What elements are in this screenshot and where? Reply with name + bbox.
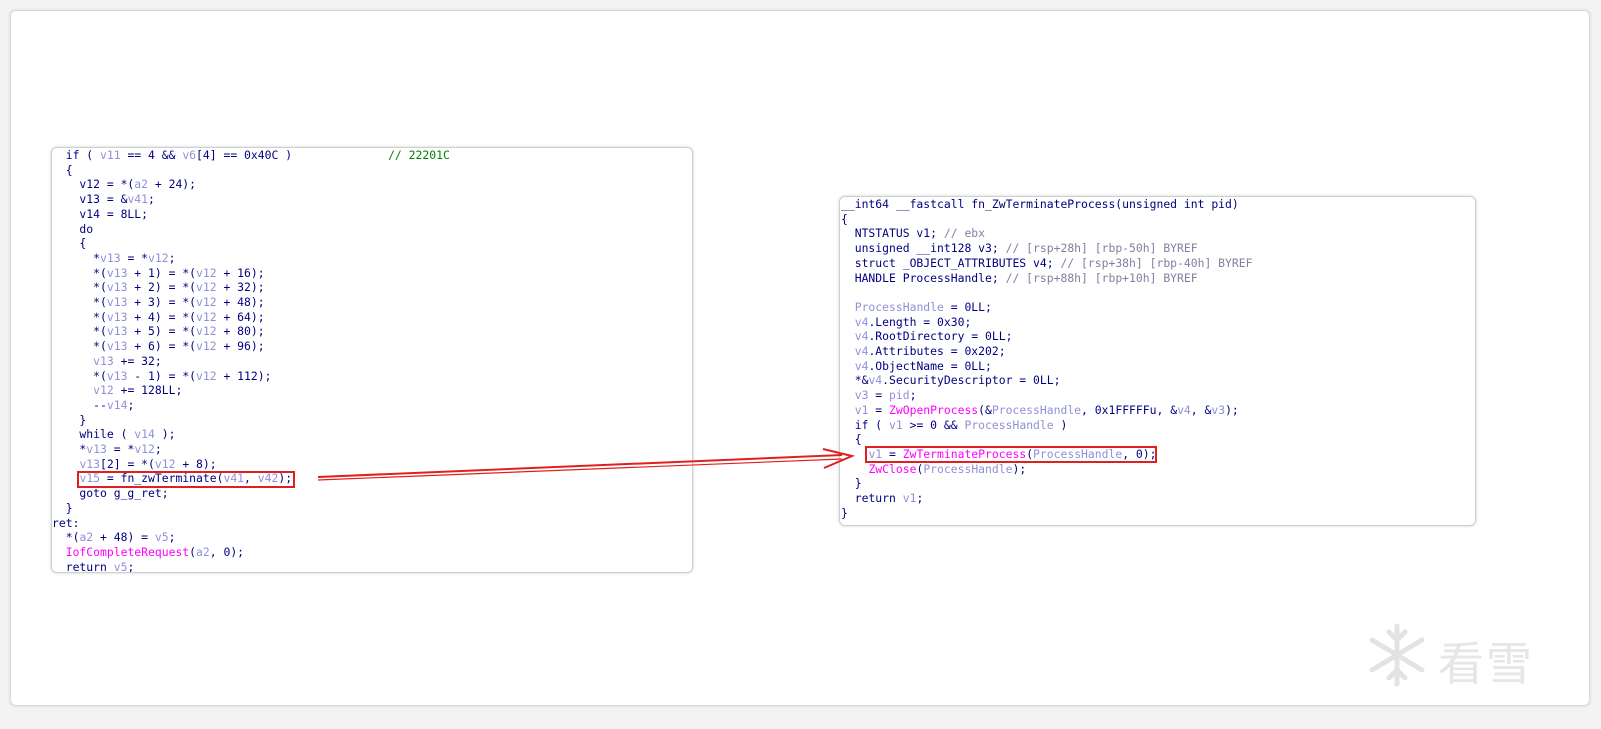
- arrow-line-outline: [317, 458, 843, 481]
- watermark: 看雪: [1364, 622, 1544, 691]
- watermark-text: 看雪: [1438, 637, 1534, 691]
- call-flow-arrow: [317, 448, 856, 481]
- arrow-head: [822, 448, 856, 469]
- arrow-line: [317, 454, 843, 478]
- snowflake-icon: [1369, 623, 1425, 687]
